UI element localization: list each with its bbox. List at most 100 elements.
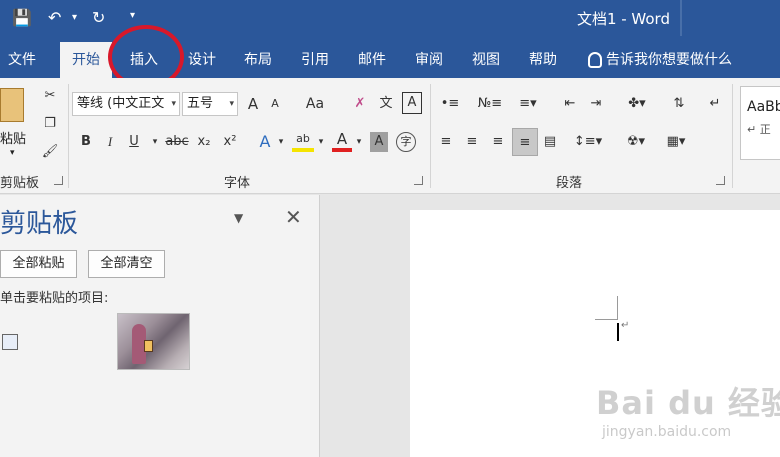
font-name-box[interactable]: 等线 (中文正文 ▾ xyxy=(72,92,180,116)
document-title: 文档1 - Word xyxy=(576,10,670,28)
numbering-icon[interactable]: №≡ xyxy=(476,92,504,116)
phonetic-guide-button[interactable]: 文 xyxy=(376,92,396,116)
font-group-label: 字体 xyxy=(224,176,251,191)
chevron-down-icon: ▾ xyxy=(171,99,176,109)
margin-mark xyxy=(617,296,618,320)
customize-qat-icon[interactable]: ▾ xyxy=(130,10,135,21)
tab-home[interactable]: 开始 xyxy=(60,42,112,78)
bullets-icon[interactable]: •≡ xyxy=(436,92,464,116)
enclose-char-button[interactable]: 字 xyxy=(396,132,416,152)
justify-icon[interactable]: ≡ xyxy=(512,128,538,156)
paste-all-button[interactable]: 全部粘贴 xyxy=(0,250,77,278)
increase-indent-icon[interactable]: ⇥ xyxy=(586,92,606,116)
strikethrough-button[interactable]: abc xyxy=(164,130,190,154)
separator xyxy=(430,84,431,188)
superscript-button[interactable]: x² xyxy=(220,130,240,154)
styles-gallery[interactable]: AaBb ↵ 正 xyxy=(740,86,780,160)
close-icon[interactable]: ✕ xyxy=(285,205,302,229)
copy-icon[interactable]: ❐ xyxy=(40,112,60,136)
font-size-box[interactable]: 五号 ▾ xyxy=(182,92,238,116)
clear-format-icon[interactable]: ✗ xyxy=(350,92,370,116)
sort-icon[interactable]: ⇅ xyxy=(668,92,690,116)
chevron-down-icon[interactable]: ▾ xyxy=(276,130,286,154)
paragraph-mark-icon: ↵ xyxy=(621,320,630,331)
tab-review[interactable]: 审阅 xyxy=(403,42,455,78)
clipboard-pane: 剪贴板 ▼ ✕ 全部粘贴 全部清空 单击要粘贴的项目: xyxy=(0,195,320,457)
distributed-icon[interactable]: ▤ xyxy=(540,130,560,154)
char-border-button[interactable]: A xyxy=(402,92,422,114)
tab-references[interactable]: 引用 xyxy=(289,42,341,78)
tell-me-box[interactable]: 告诉我你想要做什么 xyxy=(588,42,732,78)
undo-icon[interactable]: ↶ xyxy=(48,8,61,27)
clipboard-item-icon xyxy=(2,334,18,350)
text-caret xyxy=(617,323,619,341)
tab-design[interactable]: 设计 xyxy=(176,42,228,78)
line-spacing-icon[interactable]: ↕≡▾ xyxy=(572,130,604,154)
tab-layout[interactable]: 布局 xyxy=(232,42,284,78)
chevron-down-icon: ▾ xyxy=(229,99,234,109)
align-left-icon[interactable]: ≡ xyxy=(436,130,456,154)
paste-dropdown-icon: ▾ xyxy=(10,148,15,158)
margin-mark xyxy=(595,319,617,320)
align-center-icon[interactable]: ≡ xyxy=(462,130,482,154)
align-right-icon[interactable]: ≡ xyxy=(488,130,508,154)
style-preview-mark: ↵ 正 xyxy=(747,123,771,136)
tab-mailings[interactable]: 邮件 xyxy=(346,42,398,78)
save-icon[interactable]: 💾 xyxy=(12,8,32,27)
shading-icon[interactable]: ☢▾ xyxy=(620,130,652,154)
undo-dropdown-icon[interactable]: ▾ xyxy=(72,12,77,23)
lantern-shape xyxy=(144,340,153,352)
title-decoration xyxy=(680,0,780,36)
ribbon-home: 粘贴 ▾ ✂ ❐ 🖌 剪贴板 等线 (中文正文 ▾ 五号 ▾ A A Aa ✗ … xyxy=(0,78,780,194)
tab-help[interactable]: 帮助 xyxy=(517,42,569,78)
style-preview: AaBb xyxy=(747,99,780,115)
font-launcher-icon[interactable] xyxy=(414,176,423,185)
pane-title: 剪贴板 xyxy=(0,209,79,239)
show-marks-icon[interactable]: ↵ xyxy=(704,92,726,116)
italic-button[interactable]: I xyxy=(102,130,118,154)
paragraph-launcher-icon[interactable] xyxy=(716,176,725,185)
subscript-button[interactable]: x₂ xyxy=(194,130,214,154)
char-shading-button[interactable]: A xyxy=(370,132,388,152)
paste-label: 粘贴 xyxy=(0,132,27,147)
font-name-value: 等线 (中文正文 xyxy=(77,96,165,111)
highlight-button[interactable]: ab xyxy=(292,130,314,152)
bold-button[interactable]: B xyxy=(78,130,94,154)
font-color-button[interactable]: A xyxy=(332,130,352,152)
tab-file[interactable]: 文件 xyxy=(0,42,44,78)
underline-button[interactable]: U xyxy=(126,130,142,154)
chevron-down-icon[interactable]: ▾ xyxy=(316,130,326,154)
ribbon-tabs: 文件 开始 插入 设计 布局 引用 邮件 审阅 视图 帮助 告诉我你想要做什么 xyxy=(0,36,780,78)
tab-insert[interactable]: 插入 xyxy=(118,42,170,78)
change-case-button[interactable]: Aa xyxy=(302,92,328,116)
shrink-font-button[interactable]: A xyxy=(266,92,284,116)
tell-me-label: 告诉我你想要做什么 xyxy=(606,52,732,68)
font-size-value: 五号 xyxy=(187,96,214,111)
pane-options-icon[interactable]: ▼ xyxy=(234,211,243,225)
paste-icon xyxy=(0,88,24,122)
title-bar: 💾 ↶ ▾ ↻ ▾ 文档1 - Word xyxy=(0,0,780,36)
decrease-indent-icon[interactable]: ⇤ xyxy=(560,92,580,116)
redo-icon[interactable]: ↻ xyxy=(92,8,105,27)
separator xyxy=(68,84,69,188)
lightbulb-icon xyxy=(588,52,602,68)
cut-icon[interactable]: ✂ xyxy=(40,84,60,108)
separator xyxy=(732,84,733,188)
clipboard-launcher-icon[interactable] xyxy=(54,176,63,185)
grow-font-button[interactable]: A xyxy=(244,92,262,116)
paragraph-group-label: 段落 xyxy=(556,176,583,191)
paste-button[interactable]: 粘贴 ▾ xyxy=(0,84,32,164)
text-effects-button[interactable]: A xyxy=(256,130,274,154)
chevron-down-icon[interactable]: ▾ xyxy=(354,130,364,154)
tab-view[interactable]: 视图 xyxy=(460,42,512,78)
pane-hint: 单击要粘贴的项目: xyxy=(0,291,109,306)
clipboard-group-label: 剪贴板 xyxy=(0,176,40,191)
multilevel-list-icon[interactable]: ≡▾ xyxy=(514,92,542,116)
chevron-down-icon[interactable]: ▾ xyxy=(150,130,160,154)
document-page[interactable]: ↵ xyxy=(410,210,780,457)
format-painter-icon[interactable]: 🖌 xyxy=(40,140,60,164)
borders-icon[interactable]: ▦▾ xyxy=(660,130,692,154)
clear-all-button[interactable]: 全部清空 xyxy=(88,250,165,278)
clipboard-item-image[interactable] xyxy=(117,313,190,370)
asian-layout-icon[interactable]: ✤▾ xyxy=(622,92,652,116)
